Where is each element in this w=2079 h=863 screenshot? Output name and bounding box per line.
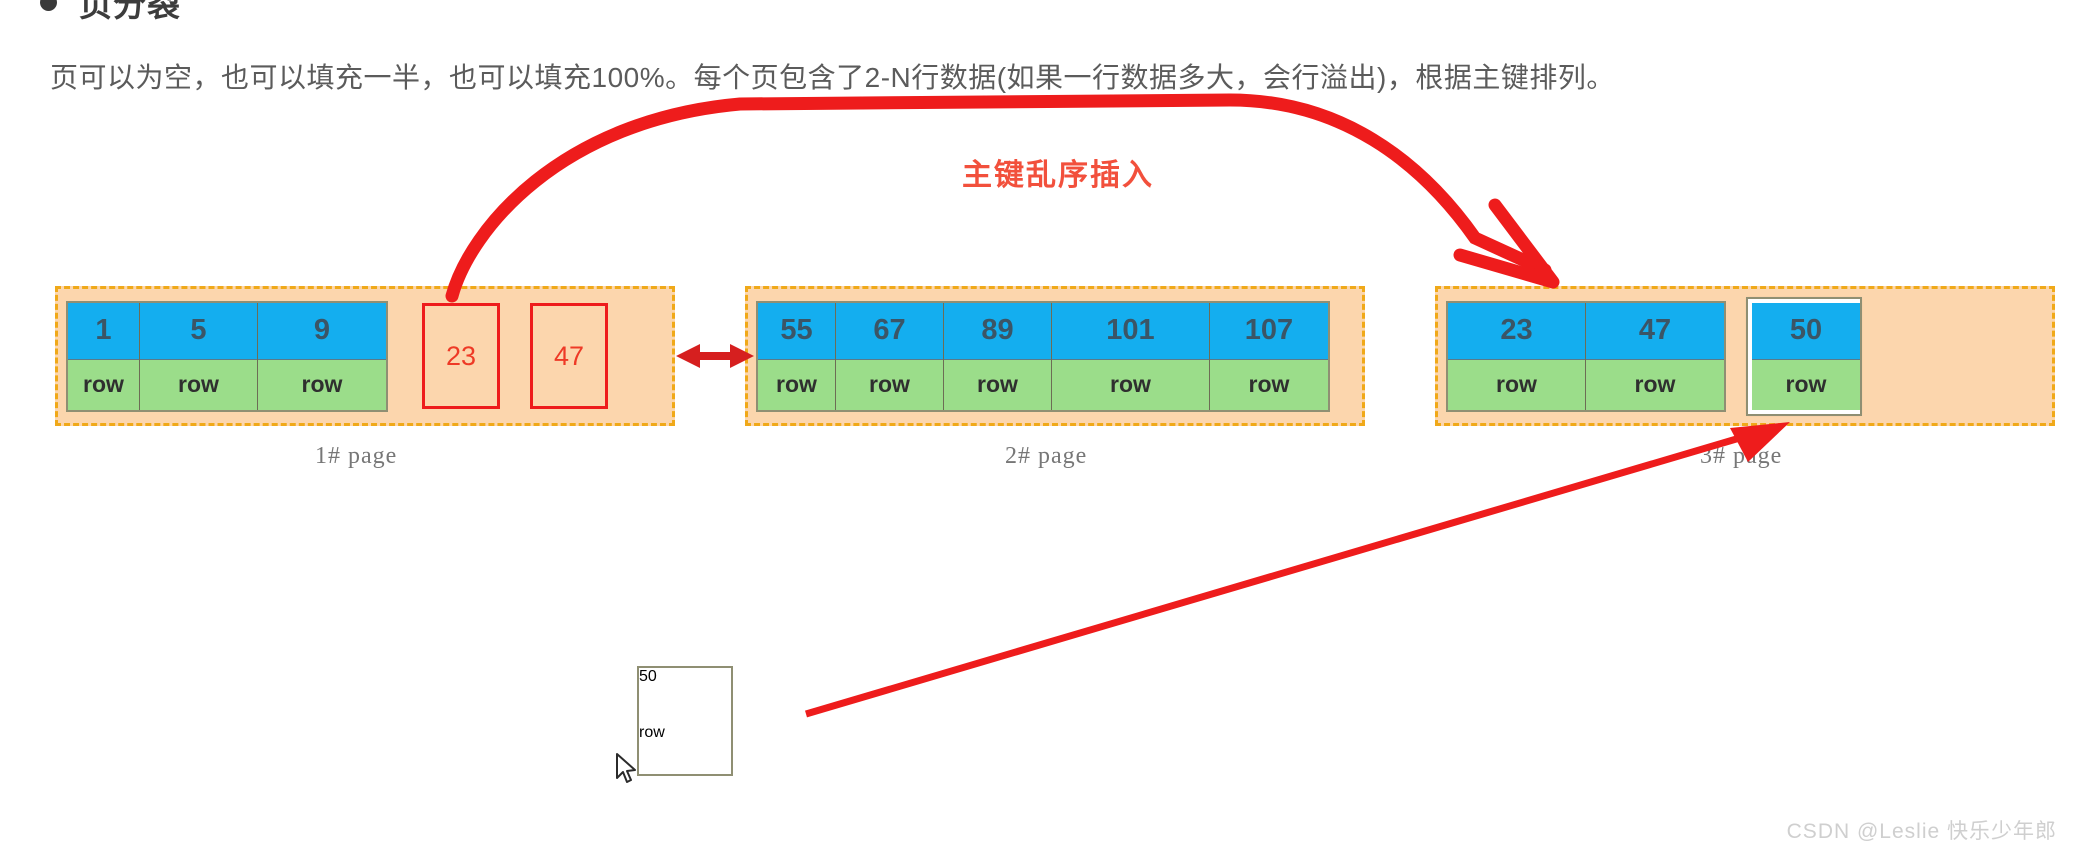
record-key: 107 <box>1210 302 1328 360</box>
record-row-label: row <box>1752 359 1860 410</box>
annotation-label: 主键乱序插入 <box>962 159 1154 192</box>
cell-group-page-2: 55 row 67 row 89 row 101 row 107 row <box>756 300 1330 412</box>
mouse-pointer-icon <box>616 753 636 783</box>
cell-group-page-1: 1 row 5 row 9 row <box>66 300 388 412</box>
record-cell[interactable]: 5 row <box>140 302 258 410</box>
floating-inserted-cell[interactable]: 50 row <box>637 666 733 776</box>
annotation-overlay <box>445 93 1790 718</box>
record-key: 55 <box>758 302 835 360</box>
record-key: 50 <box>639 668 657 685</box>
inserted-record-cell-highlighted[interactable]: 50 row <box>1746 296 1862 416</box>
record-key: 89 <box>944 302 1051 360</box>
record-row-label: row <box>639 724 665 741</box>
page-box-3: 23 row 47 row 50 row <box>1435 286 2055 426</box>
record-key: 67 <box>836 302 943 360</box>
cell-group-page-3: 23 row 47 row <box>1446 300 1726 412</box>
record-row-label: row <box>1586 359 1724 410</box>
page-caption-1: 1# page <box>315 443 398 469</box>
bullet-dot-icon <box>40 0 57 11</box>
record-cell[interactable]: 9 row <box>258 302 386 410</box>
record-row-label: row <box>1210 359 1328 410</box>
empty-slot-group: 23 47 <box>422 303 608 409</box>
curved-insert-arrow-path <box>445 93 1552 303</box>
record-row-label: row <box>944 359 1051 410</box>
record-cell[interactable]: 67 row <box>836 302 944 410</box>
page-box-2: 55 row 67 row 89 row 101 row 107 row <box>745 286 1365 426</box>
record-cell[interactable]: 89 row <box>944 302 1052 410</box>
record-row-label: row <box>258 359 386 410</box>
record-row-label: row <box>68 359 139 410</box>
record-key: 101 <box>1052 302 1209 360</box>
record-key: 50 <box>1752 302 1860 360</box>
empty-slot[interactable]: 23 <box>422 303 500 409</box>
page-caption-3: 3# page <box>1700 443 1783 469</box>
move-cell-arrow-line <box>805 428 1761 718</box>
record-key: 9 <box>258 302 386 360</box>
record-row-label: row <box>140 359 257 410</box>
record-key: 23 <box>1448 302 1585 360</box>
record-key: 47 <box>1586 302 1724 360</box>
record-key: 5 <box>140 302 257 360</box>
record-cell[interactable]: 23 row <box>1448 302 1586 410</box>
page-box-1: 1 row 5 row 9 row 23 47 <box>55 286 675 426</box>
record-row-label: row <box>758 359 835 410</box>
curved-insert-arrow-head <box>1453 198 1560 289</box>
page-link-arrow-head-left <box>676 344 700 368</box>
description-paragraph: 页可以为空，也可以填充一半，也可以填充100%。每个页包含了2-N行数据(如果一… <box>50 62 1615 93</box>
record-cell[interactable]: 47 row <box>1586 302 1724 410</box>
record-cell[interactable]: 1 row <box>68 302 140 410</box>
page-caption-2: 2# page <box>1005 443 1088 469</box>
record-cell[interactable]: 55 row <box>758 302 836 410</box>
record-key: 1 <box>68 302 139 360</box>
record-row-label: row <box>836 359 943 410</box>
empty-slot[interactable]: 47 <box>530 303 608 409</box>
page-heading: 页分裂 <box>40 0 181 26</box>
record-row-label: row <box>1052 359 1209 410</box>
page-title: 页分裂 <box>79 0 181 23</box>
record-cell[interactable]: 107 row <box>1210 302 1328 410</box>
record-cell[interactable]: 101 row <box>1052 302 1210 410</box>
watermark: CSDN @Leslie 快乐少年郎 <box>1786 820 2057 843</box>
record-row-label: row <box>1448 359 1585 410</box>
